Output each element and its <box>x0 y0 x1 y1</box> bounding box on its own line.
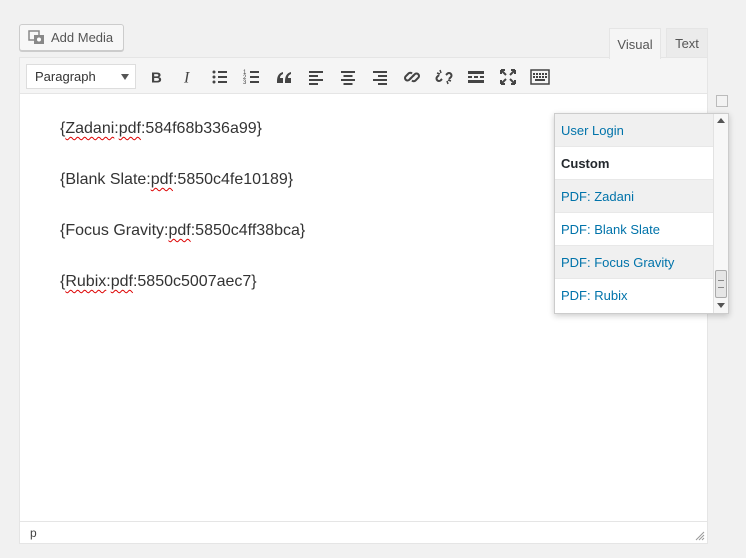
shortcode-dropdown: User Login Custom PDF: Zadani PDF: Blank… <box>554 113 729 314</box>
link-button[interactable] <box>399 64 425 90</box>
bullet-list-button[interactable] <box>207 64 233 90</box>
fullscreen-icon <box>500 69 516 85</box>
toolbar-toggle-icon <box>530 69 550 85</box>
scroll-up-icon[interactable] <box>716 95 728 107</box>
read-more-icon <box>468 71 484 83</box>
unlink-icon <box>435 69 453 85</box>
content-line: {Rubix:pdf:5850c5007aec7} <box>60 273 257 290</box>
dropdown-item-pdf-focus-gravity[interactable]: PDF: Focus Gravity <box>555 246 714 279</box>
content-line: {Blank Slate:pdf:5850c4fe10189} <box>60 171 294 188</box>
dropdown-scrollbar[interactable] <box>713 114 728 313</box>
editor-toolbar: Paragraph B I 1 2 3 <box>20 58 707 94</box>
dropdown-item-pdf-blank-slate[interactable]: PDF: Blank Slate <box>555 213 714 246</box>
bold-icon: B <box>151 70 162 87</box>
scroll-down-arrow-icon[interactable] <box>717 303 725 308</box>
bullet-list-icon <box>212 70 227 84</box>
align-right-button[interactable] <box>367 64 393 90</box>
content-line: {Focus Gravity:pdf:5850c4ff38bca} <box>60 222 306 239</box>
align-right-icon <box>373 71 387 85</box>
align-center-icon <box>341 71 355 85</box>
italic-button[interactable]: I <box>175 64 201 90</box>
toolbar-toggle-button[interactable] <box>527 64 553 90</box>
align-left-icon <box>309 71 323 85</box>
format-select-value: Paragraph <box>35 69 96 84</box>
bold-button[interactable]: B <box>143 64 169 90</box>
link-icon <box>404 71 420 83</box>
dropdown-item-pdf-rubix[interactable]: PDF: Rubix <box>555 279 714 312</box>
numbered-list-button[interactable]: 1 2 3 <box>239 64 265 90</box>
add-media-label: Add Media <box>51 30 114 45</box>
svg-text:I: I <box>183 70 190 87</box>
format-select[interactable]: Paragraph <box>26 64 136 89</box>
resize-handle-icon[interactable] <box>695 531 705 541</box>
dropdown-item-pdf-zadani[interactable]: PDF: Zadani <box>555 180 714 213</box>
unlink-button[interactable] <box>431 64 457 90</box>
align-center-button[interactable] <box>335 64 361 90</box>
blockquote-icon <box>277 72 291 83</box>
italic-icon: I <box>183 70 190 87</box>
dropdown-item-user-login[interactable]: User Login <box>555 114 714 147</box>
editor-content[interactable]: {Zadani:pdf:584f68b336a99} {Blank Slate:… <box>60 116 305 320</box>
read-more-button[interactable] <box>463 64 489 90</box>
svg-text:3: 3 <box>243 80 247 86</box>
dropdown-header-custom: Custom <box>555 147 714 180</box>
scroll-thumb[interactable] <box>715 270 727 298</box>
add-media-button[interactable]: Add Media <box>19 24 124 51</box>
blockquote-button[interactable] <box>271 64 297 90</box>
chevron-down-icon <box>121 74 129 80</box>
status-bar: p <box>20 521 707 543</box>
fullscreen-button[interactable] <box>495 64 521 90</box>
media-icon <box>28 29 46 46</box>
element-path[interactable]: p <box>30 526 37 540</box>
align-left-button[interactable] <box>303 64 329 90</box>
numbered-list-icon: 1 2 3 <box>243 70 259 86</box>
tab-visual[interactable]: Visual <box>609 28 661 59</box>
content-line: {Zadani:pdf:584f68b336a99} <box>60 120 262 137</box>
tab-text[interactable]: Text <box>666 28 708 58</box>
scroll-up-arrow-icon[interactable] <box>717 118 725 123</box>
svg-text:B: B <box>151 70 162 87</box>
